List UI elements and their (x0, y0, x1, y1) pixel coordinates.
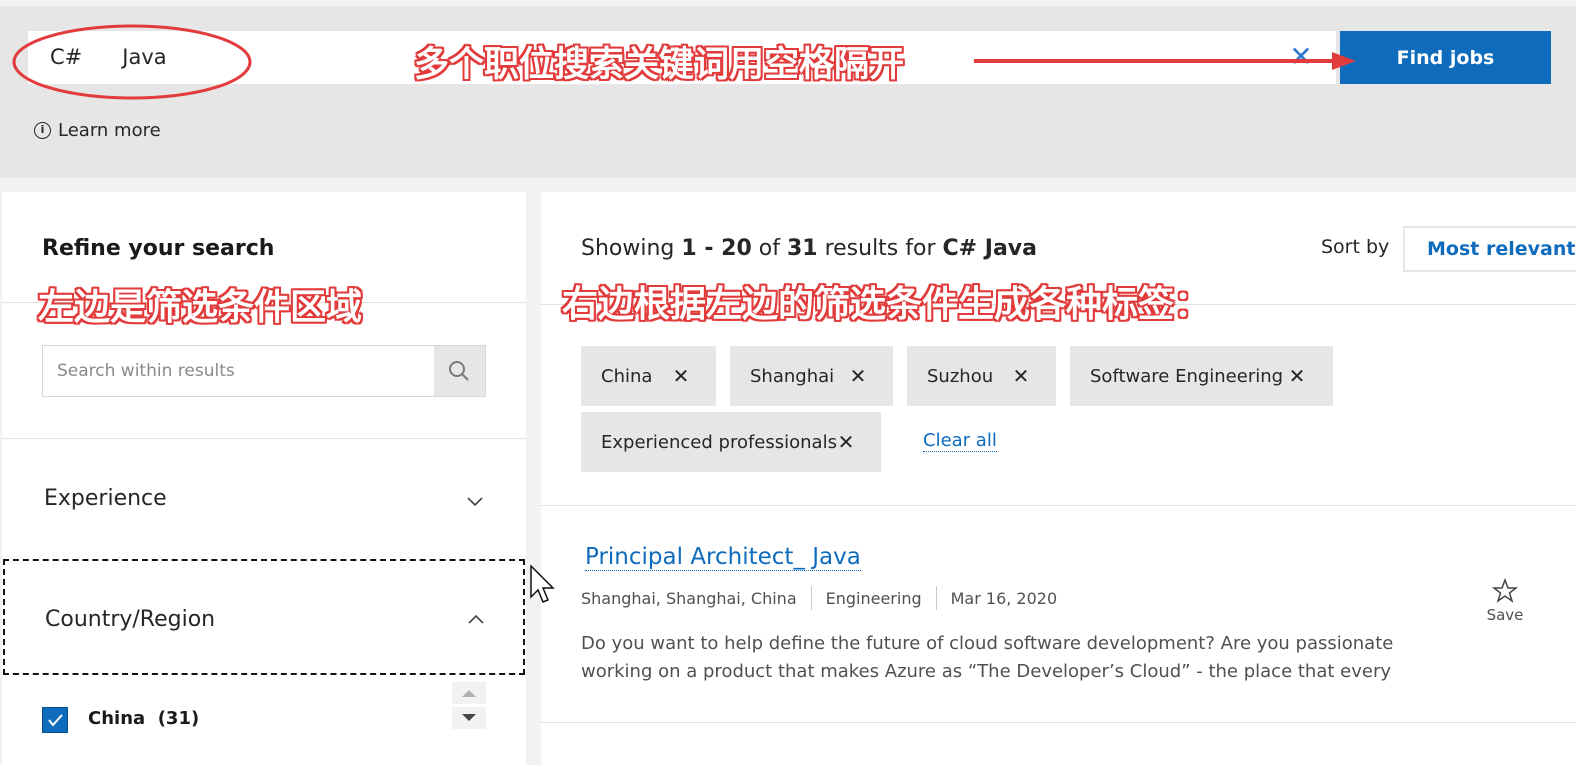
annotation-left-filters: 左边是筛选条件区域 (38, 287, 363, 328)
keywords-highlight-ellipse (12, 24, 252, 100)
annotation-keywords-tip: 多个职位搜索关键词用空格隔开 (414, 45, 905, 85)
annotation-arrow-head (1332, 52, 1356, 70)
mouse-cursor-icon (530, 565, 555, 603)
annotation-overlay (12, 24, 1356, 100)
annotation-right-tags: 右边根据左边的筛选条件生成各种标签： (562, 284, 1211, 325)
